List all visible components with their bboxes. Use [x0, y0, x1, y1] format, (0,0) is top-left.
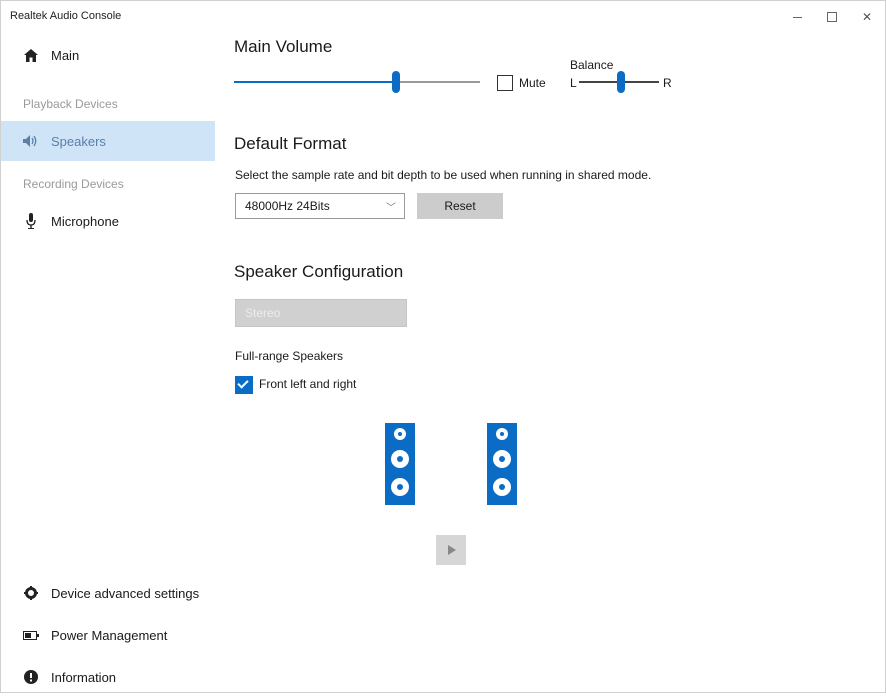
- sidebar: Main Playback Devices Speakers Recording…: [1, 33, 215, 692]
- speaker-woofer-icon: [391, 450, 409, 468]
- balance-slider-thumb[interactable]: [617, 71, 625, 93]
- sidebar-item-information[interactable]: Information: [1, 657, 215, 697]
- sidebar-item-label: Device advanced settings: [51, 585, 200, 601]
- front-right-speaker[interactable]: [487, 423, 517, 505]
- app-title: Realtek Audio Console: [10, 10, 122, 22]
- default-format-description: Select the sample rate and bit depth to …: [235, 168, 652, 182]
- maximize-icon[interactable]: [819, 7, 845, 27]
- reset-button[interactable]: Reset: [417, 193, 503, 219]
- balance-slider[interactable]: [579, 69, 659, 93]
- front-left-speaker[interactable]: [385, 423, 415, 505]
- gear-icon: [23, 585, 39, 601]
- speaker-configuration-title: Speaker Configuration: [234, 262, 404, 281]
- volume-slider-fill: [234, 81, 396, 83]
- mute-checkbox[interactable]: [497, 75, 513, 91]
- default-format-select[interactable]: 48000Hz 24Bits ﹀: [235, 193, 405, 219]
- sidebar-item-microphone[interactable]: Microphone: [1, 201, 215, 241]
- volume-slider[interactable]: [234, 69, 480, 93]
- volume-slider-thumb[interactable]: [392, 71, 400, 93]
- sidebar-item-main[interactable]: Main: [1, 35, 215, 75]
- speaker-configuration-select[interactable]: Stereo: [235, 299, 407, 327]
- battery-icon: [23, 627, 39, 643]
- close-icon[interactable]: ✕: [854, 7, 880, 27]
- balance-right-label: R: [663, 76, 672, 90]
- front-left-right-checkbox[interactable]: [235, 376, 253, 394]
- speaker-configuration-value: Stereo: [245, 306, 281, 320]
- sidebar-item-label: Microphone: [51, 213, 119, 229]
- info-icon: [23, 669, 39, 685]
- full-range-speakers-label: Full-range Speakers: [235, 349, 344, 363]
- home-icon: [23, 47, 39, 63]
- sidebar-item-label: Power Management: [51, 627, 168, 643]
- front-left-right-label: Front left and right: [259, 377, 357, 391]
- title-bar: Realtek Audio Console ✕: [1, 1, 885, 33]
- playback-devices-header: Playback Devices: [23, 97, 118, 111]
- sidebar-item-label: Speakers: [51, 133, 106, 149]
- speaker-woofer-icon: [493, 478, 511, 496]
- default-format-title: Default Format: [234, 134, 347, 153]
- play-test-button[interactable]: [436, 535, 466, 565]
- sidebar-item-label: Information: [51, 669, 117, 685]
- speaker-woofer-icon: [493, 450, 511, 468]
- recording-devices-header: Recording Devices: [23, 177, 124, 191]
- default-format-value: 48000Hz 24Bits: [245, 199, 330, 213]
- main-volume-title: Main Volume: [234, 37, 333, 56]
- main-panel: Main Volume Mute Balance L R Default For…: [234, 33, 874, 692]
- app-window: Realtek Audio Console ✕ Main Playback De…: [0, 0, 886, 693]
- mute-label: Mute: [519, 76, 546, 90]
- sidebar-item-power-management[interactable]: Power Management: [1, 615, 215, 655]
- microphone-icon: [23, 213, 39, 229]
- sidebar-item-device-advanced-settings[interactable]: Device advanced settings: [1, 573, 215, 613]
- chevron-down-icon: ﹀: [386, 203, 396, 214]
- speaker-icon: [23, 133, 39, 149]
- speaker-tweeter-icon: [394, 428, 406, 440]
- balance-left-label: L: [570, 76, 577, 90]
- minimize-icon[interactable]: [784, 7, 810, 27]
- speaker-tweeter-icon: [496, 428, 508, 440]
- sidebar-item-label: Main: [51, 47, 80, 63]
- speaker-woofer-icon: [391, 478, 409, 496]
- sidebar-item-speakers[interactable]: Speakers: [1, 121, 215, 161]
